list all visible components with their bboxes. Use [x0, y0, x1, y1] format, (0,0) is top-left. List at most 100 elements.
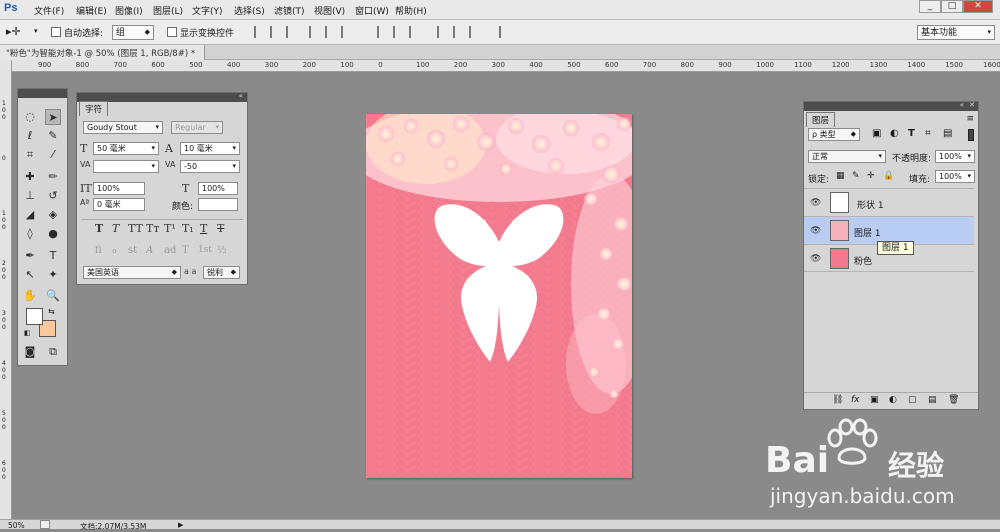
superscript-icon[interactable]: T¹	[164, 222, 176, 235]
menu-window[interactable]: 窗口(W)	[355, 4, 389, 17]
discretionary-ligature-icon[interactable]: ad	[164, 245, 176, 256]
swash-icon[interactable]: A	[146, 245, 153, 256]
layer-name[interactable]: 形状 1	[857, 198, 884, 211]
collapse-icon[interactable]: «	[960, 101, 964, 109]
hand-tool-icon[interactable]: ✋	[22, 288, 38, 304]
layer-name[interactable]: 粉色	[854, 254, 872, 267]
maximize-button[interactable]: □	[941, 0, 963, 13]
screen-mode-icon[interactable]: ⧉	[45, 344, 61, 360]
layer-row-selected[interactable]: 👁 图层 1	[804, 216, 974, 244]
kerning-field[interactable]: ▾	[93, 160, 159, 173]
language-select[interactable]: 美国英语 ◆	[83, 266, 181, 279]
distribute-right-icon[interactable]	[469, 26, 479, 38]
history-brush-tool-icon[interactable]: ↺	[45, 188, 61, 204]
menu-help[interactable]: 帮助(H)	[395, 4, 427, 17]
smart-object-filter-icon[interactable]: ▤	[943, 128, 952, 139]
underline-icon[interactable]: T	[200, 222, 207, 235]
distribute-left-icon[interactable]	[437, 26, 447, 38]
lock-transparent-icon[interactable]: ▦	[836, 171, 845, 181]
old-style-icon[interactable]: ℴ	[112, 245, 117, 256]
auto-align-icon[interactable]	[499, 26, 509, 38]
baseline-shift-field[interactable]: 0 毫米	[93, 198, 145, 211]
pen-tool-icon[interactable]: ✒	[22, 248, 38, 264]
document-canvas[interactable]	[366, 114, 632, 478]
type-tool-icon[interactable]: T	[45, 248, 61, 264]
document-tab[interactable]: "粉色"为智能对象-1 @ 50% (图层 1, RGB/8#) * ×	[0, 45, 205, 69]
eyedropper-tool-icon[interactable]: ⁄	[45, 147, 61, 163]
layer-filter-select[interactable]: ρ 类型 ◆	[808, 128, 860, 141]
adjustment-filter-icon[interactable]: ◐	[890, 128, 899, 139]
menu-edit[interactable]: 编辑(E)	[76, 4, 107, 17]
fill-field[interactable]: 100% ▾	[935, 170, 975, 183]
vertical-scale-field[interactable]: 100%	[93, 182, 145, 195]
lock-pixels-icon[interactable]: ✎	[852, 171, 860, 181]
move-tool-icon[interactable]: ➤	[45, 109, 61, 125]
lasso-tool-icon[interactable]: ℓ	[22, 128, 38, 144]
font-family-select[interactable]: Goudy Stout ▾	[83, 121, 163, 134]
healing-brush-tool-icon[interactable]: ✚	[22, 169, 38, 185]
marquee-tool-icon[interactable]: ◌	[22, 109, 38, 125]
tab-layers[interactable]: 图层	[806, 112, 836, 127]
minimize-button[interactable]: _	[919, 0, 941, 13]
menu-type[interactable]: 文字(Y)	[192, 4, 223, 17]
lock-all-icon[interactable]: 🔒	[883, 171, 894, 181]
chevron-down-icon[interactable]: ▾	[34, 27, 38, 35]
filter-toggle[interactable]	[968, 129, 974, 141]
foreground-color-swatch[interactable]	[26, 308, 43, 325]
status-arrow-icon[interactable]: ▶	[178, 521, 183, 529]
pixel-filter-icon[interactable]: ▣	[872, 128, 881, 139]
crop-tool-icon[interactable]: ⌗	[22, 147, 38, 163]
strikethrough-icon[interactable]: T	[217, 222, 224, 235]
adjustment-layer-icon[interactable]: ◐	[889, 395, 897, 405]
align-right-icon[interactable]	[341, 26, 351, 38]
dodge-tool-icon[interactable]: ●	[45, 226, 61, 242]
lock-position-icon[interactable]: ✛	[867, 171, 875, 181]
menu-view[interactable]: 视图(V)	[314, 4, 345, 17]
antialias-select[interactable]: 锐利 ◆	[203, 266, 240, 279]
visibility-eye-icon[interactable]: 👁	[810, 226, 821, 236]
distribute-top-icon[interactable]	[377, 26, 387, 38]
swap-colors-icon[interactable]: ⇆	[48, 307, 55, 316]
clone-stamp-tool-icon[interactable]: ⊥	[22, 188, 38, 204]
leading-field[interactable]: 10 毫米 ▾	[180, 142, 240, 155]
shape-filter-icon[interactable]: ⌗	[925, 128, 931, 139]
horizontal-scale-field[interactable]: 100%	[198, 182, 238, 195]
quick-mask-icon[interactable]: ◙	[22, 344, 38, 360]
path-select-tool-icon[interactable]: ↖	[22, 267, 38, 283]
layer-name[interactable]: 图层 1	[854, 226, 881, 239]
fx-icon[interactable]: fx	[851, 395, 860, 405]
blur-tool-icon[interactable]: ◊	[22, 226, 38, 242]
subscript-icon[interactable]: T₁	[182, 222, 194, 235]
menu-filter[interactable]: 滤镜(T)	[274, 4, 305, 17]
ligature-icon[interactable]: fi	[95, 245, 102, 256]
align-left-icon[interactable]	[309, 26, 319, 38]
auto-select-checkbox[interactable]	[51, 27, 61, 37]
brush-tool-icon[interactable]: ✏	[45, 169, 61, 185]
close-icon[interactable]: ✕	[969, 101, 975, 109]
all-caps-icon[interactable]: TT	[128, 222, 143, 235]
shape-tool-icon[interactable]: ✦	[45, 267, 61, 283]
export-icon[interactable]	[40, 520, 50, 529]
zoom-tool-icon[interactable]: 🔍	[45, 288, 61, 304]
titling-icon[interactable]: T	[182, 245, 189, 256]
blend-mode-select[interactable]: 正常 ▾	[808, 150, 886, 163]
align-vcenter-icon[interactable]	[270, 26, 280, 38]
menu-layer[interactable]: 图层(L)	[153, 4, 183, 17]
default-colors-icon[interactable]: ◧	[24, 329, 31, 337]
close-window-button[interactable]: ✕	[963, 0, 993, 13]
panel-menu-icon[interactable]: ≡	[966, 114, 974, 124]
align-top-icon[interactable]	[254, 26, 264, 38]
delete-layer-icon[interactable]: 🗑	[948, 395, 959, 405]
align-hcenter-icon[interactable]	[325, 26, 335, 38]
show-transform-checkbox[interactable]	[167, 27, 177, 37]
new-layer-icon[interactable]: ▤	[928, 395, 937, 405]
small-caps-icon[interactable]: Tт	[146, 222, 159, 235]
type-filter-icon[interactable]: T	[908, 128, 915, 139]
link-layers-icon[interactable]: ⛓	[832, 395, 843, 405]
opacity-field[interactable]: 100% ▾	[935, 150, 975, 163]
ordinal-icon[interactable]: 1st	[198, 245, 212, 255]
panel-header[interactable]	[18, 89, 67, 98]
menu-select[interactable]: 选择(S)	[234, 4, 265, 17]
panel-header[interactable]	[804, 102, 978, 111]
distribute-vcenter-icon[interactable]	[393, 26, 403, 38]
